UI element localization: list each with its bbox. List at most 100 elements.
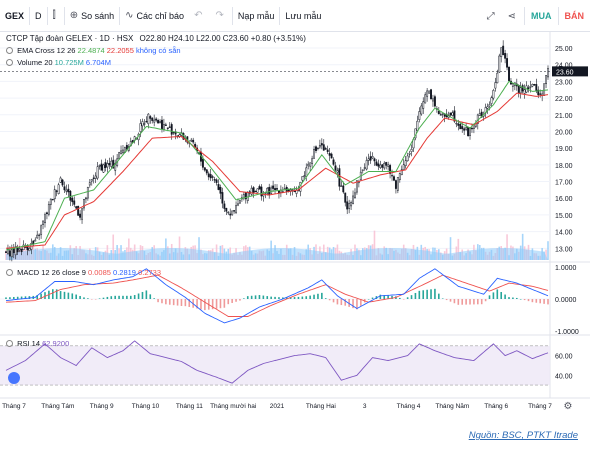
candle-body[interactable] [139,123,142,132]
candle-body[interactable] [457,123,460,126]
eye-icon[interactable] [6,47,13,54]
candle-body[interactable] [108,162,111,166]
candle-body[interactable] [519,87,522,94]
candle-body[interactable] [102,164,105,173]
candle-body[interactable] [385,162,388,166]
candle-body[interactable] [45,212,48,214]
candle-body[interactable] [141,121,144,127]
candle-body[interactable] [363,167,366,169]
candle-body[interactable] [496,72,499,84]
candle-body[interactable] [320,143,323,146]
candle-body[interactable] [377,163,380,167]
candle-body[interactable] [170,124,173,135]
candle-body[interactable] [523,89,526,94]
candle-body[interactable] [75,206,78,209]
candle-body[interactable] [49,198,52,205]
candle-body[interactable] [229,213,232,216]
candle-body[interactable] [315,146,317,151]
candle-body[interactable] [53,189,56,200]
candle-body[interactable] [529,86,532,88]
candle-body[interactable] [153,119,156,123]
candle-body[interactable] [426,90,429,97]
eye-icon[interactable] [6,340,13,347]
candle-body[interactable] [416,120,419,131]
candle-body[interactable] [422,101,425,109]
candle-body[interactable] [307,163,310,167]
chart-area[interactable]: 13.00 14.00 15.00 16.00 17.00 18.00 19.00 20.00… [0,32,590,412]
candle-body[interactable] [391,174,393,177]
indicators-button[interactable]: ∿ Các chỉ báo [120,0,189,32]
candle-body[interactable] [274,188,277,190]
candle-body[interactable] [449,112,452,116]
candle-body[interactable] [73,200,76,205]
candle-body[interactable] [322,144,325,151]
candle-body[interactable] [55,190,58,192]
candle-body[interactable] [233,210,236,212]
candle-body[interactable] [98,165,101,167]
candle-body[interactable] [209,174,212,179]
buy-button[interactable]: MUA [525,11,558,21]
candle-body[interactable] [408,152,411,155]
candle-body[interactable] [215,179,218,183]
candle-body[interactable] [418,111,421,120]
candle-body[interactable] [420,105,423,115]
chart-canvas[interactable]: 13.00 14.00 15.00 16.00 17.00 18.00 19.00 20.00… [0,32,590,412]
candle-body[interactable] [361,169,364,171]
candle-body[interactable] [44,214,46,224]
candle-body[interactable] [207,173,210,178]
candle-body[interactable] [504,53,507,59]
candle-body[interactable] [168,126,171,128]
candle-body[interactable] [506,58,509,68]
candle-body[interactable] [394,180,397,189]
candle-body[interactable] [96,166,99,179]
candle-body[interactable] [77,206,80,216]
candle-body[interactable] [393,176,395,181]
candle-body[interactable] [379,164,382,168]
candle-body[interactable] [336,170,339,173]
candle-body[interactable] [90,179,93,182]
candle-body[interactable] [404,160,407,166]
candle-body[interactable] [305,167,308,177]
candle-body[interactable] [324,148,327,150]
candle-body[interactable] [291,189,294,191]
candle-body[interactable] [348,203,351,209]
candle-body[interactable] [441,113,444,115]
candle-body[interactable] [81,208,83,220]
candle-body[interactable] [545,75,548,85]
candle-body[interactable] [350,202,353,207]
candle-body[interactable] [334,165,337,171]
candle-body[interactable] [159,121,161,123]
candle-body[interactable] [332,159,335,165]
candle-body[interactable] [12,248,15,254]
candle-body[interactable] [533,83,536,86]
candle-body[interactable] [373,158,376,162]
candle-body[interactable] [383,162,386,169]
candle-body[interactable] [539,93,542,95]
candle-body[interactable] [498,55,501,73]
candle-body[interactable] [106,163,109,168]
candle-body[interactable] [430,89,432,100]
candle-body[interactable] [157,120,160,124]
candle-body[interactable] [256,188,259,193]
candle-body[interactable] [511,83,514,87]
candle-body[interactable] [225,207,228,212]
candle-body[interactable] [260,186,263,197]
candle-body[interactable] [110,160,113,167]
candle-body[interactable] [118,152,121,159]
candle-body[interactable] [369,156,372,161]
candle-body[interactable] [365,160,368,170]
candle-body[interactable] [61,179,64,186]
candle-body[interactable] [272,185,275,189]
candle-body[interactable] [521,85,524,92]
candle-body[interactable] [145,120,148,123]
candle-body[interactable] [164,124,167,126]
candle-body[interactable] [276,188,278,190]
candle-body[interactable] [270,187,273,194]
share-button[interactable]: ⋖ [503,0,524,32]
candle-body[interactable] [500,47,503,57]
candle-body[interactable] [494,82,497,89]
candle-body[interactable] [40,225,43,235]
candle-body[interactable] [330,153,333,159]
candle-body[interactable] [5,251,7,253]
candle-body[interactable] [486,106,489,109]
